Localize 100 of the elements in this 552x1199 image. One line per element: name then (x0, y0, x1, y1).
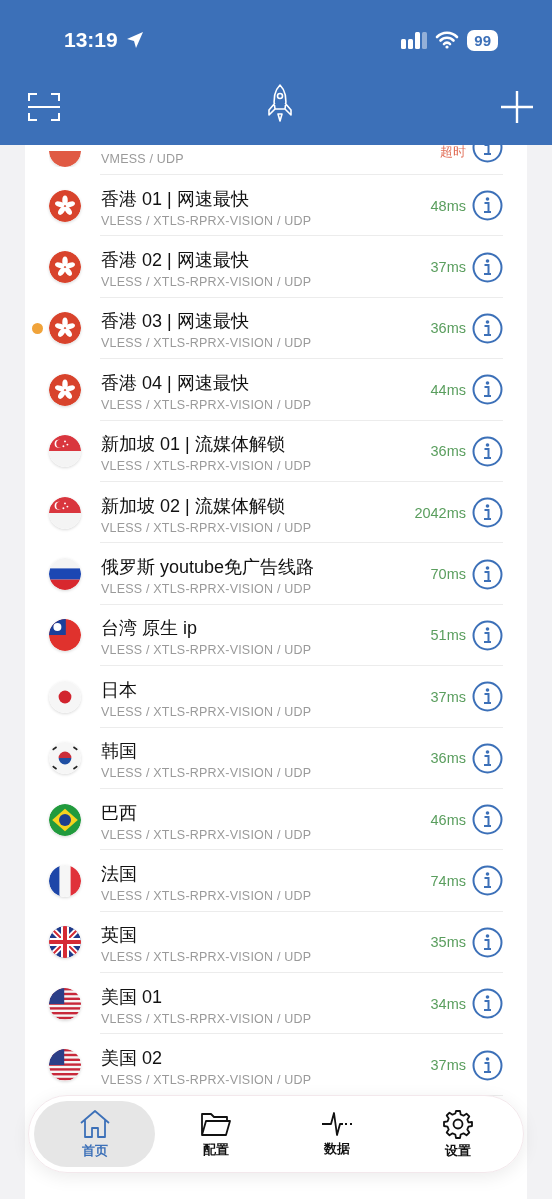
server-name: 俄罗斯 youtube免广告线路 (101, 556, 316, 580)
flag-icon (49, 803, 81, 836)
tab[interactable]: 首页 (34, 1101, 155, 1167)
server-protocol: VLESS / XTLS-RPRX-VISION / UDP (101, 336, 313, 351)
server-latency: 44ms (430, 381, 466, 398)
server-name: 新加坡 02 | 流媒体解锁 (101, 494, 286, 518)
flag-icon (49, 373, 81, 406)
info-button[interactable] (472, 558, 503, 590)
info-button[interactable] (472, 1049, 503, 1081)
server-latency: 超时 (440, 145, 466, 161)
server-row[interactable]: 韩国 VLESS / XTLS-RPRX-VISION / UDP 36ms (25, 727, 527, 789)
server-name: 台湾 原生 ip (101, 617, 198, 641)
server-row[interactable]: 新加坡 01 | 流媒体解锁 VLESS / XTLS-RPRX-VISION / UDP 36ms (25, 420, 527, 482)
pulse-icon (320, 1110, 353, 1137)
server-latency: 37ms (430, 259, 466, 276)
server-row[interactable]: 香港 01 | 网速最快 VLESS / XTLS-RPRX-VISION / UDP 48ms (25, 175, 527, 237)
tab[interactable]: 配置 (155, 1101, 276, 1167)
server-protocol: VLESS / XTLS-RPRX-VISION / UDP (101, 1011, 313, 1026)
add-button[interactable] (500, 89, 534, 124)
server-row[interactable]: 日本 VLESS / XTLS-RPRX-VISION / UDP 37ms (25, 666, 527, 728)
server-latency: 36ms (430, 443, 466, 460)
info-button[interactable] (472, 251, 503, 283)
server-latency: 36ms (430, 750, 466, 767)
server-protocol: VLESS / XTLS-RPRX-VISION / UDP (101, 889, 313, 903)
info-button[interactable] (472, 926, 503, 958)
server-protocol: VLESS / XTLS-RPRX-VISION / UDP (101, 1073, 313, 1088)
status-time: 13:19 (64, 28, 118, 52)
server-row[interactable]: 香港 03 | 网速最快 VLESS / XTLS-RPRX-VISION / UDP 36ms (25, 297, 527, 360)
flag-icon (49, 987, 81, 1020)
server-latency: 36ms (430, 320, 466, 337)
flag-icon (49, 926, 81, 959)
server-name: 韩国 (101, 740, 138, 764)
info-button[interactable] (472, 312, 503, 344)
server-protocol: VLESS / XTLS-RPRX-VISION / UDP (101, 520, 313, 535)
server-protocol: VLESS / XTLS-RPRX-VISION / UDP (101, 275, 313, 290)
location-arrow-icon (125, 31, 144, 49)
server-row[interactable]: 香港 02 | 网速最快 VLESS / XTLS-RPRX-VISION / UDP 37ms (25, 236, 527, 298)
flag-icon (49, 619, 81, 652)
server-latency: 74ms (430, 873, 466, 889)
server-name: 巴西 (101, 801, 138, 825)
server-name: 美国 01 (101, 985, 164, 1009)
info-button[interactable] (472, 681, 503, 713)
server-row[interactable]: 美国 02 VLESS / XTLS-RPRX-VISION / UDP 37ms (25, 1034, 527, 1096)
server-name: 法国 (101, 863, 138, 886)
server-row[interactable]: 美国 01 VLESS / XTLS-RPRX-VISION / UDP 34ms (25, 973, 527, 1035)
flag-icon (49, 189, 81, 222)
server-protocol: VLESS / XTLS-RPRX-VISION / UDP (101, 397, 313, 412)
server-latency: 70ms (430, 566, 466, 583)
flag-icon (49, 1049, 81, 1082)
server-latency: 46ms (430, 811, 466, 828)
info-button[interactable] (472, 374, 503, 406)
scan-button[interactable] (28, 91, 60, 122)
flag-icon (49, 680, 81, 713)
signal-icon (401, 31, 428, 49)
flag-icon (49, 558, 81, 591)
server-protocol: VLESS / XTLS-RPRX-VISION / UDP (101, 950, 313, 965)
info-button[interactable] (472, 435, 503, 467)
info-button[interactable] (472, 988, 503, 1020)
server-name: 香港 03 | 网速最快 (101, 310, 250, 334)
server-row[interactable]: 俄罗斯 youtube免广告线路 VLESS / XTLS-RPRX-VISION / UDP 70ms (25, 543, 527, 605)
server-protocol: VLESS / XTLS-RPRX-VISION / UDP (101, 766, 313, 781)
info-button[interactable] (472, 619, 503, 651)
server-row[interactable]: 香港 04 | 网速最快 VLESS / XTLS-RPRX-VISION / UDP 44ms (25, 359, 527, 421)
wifi-icon (435, 31, 460, 49)
flag-icon (49, 251, 81, 284)
info-button[interactable] (472, 190, 503, 222)
server-row[interactable]: 英国 VLESS / XTLS-RPRX-VISION / UDP 35ms (25, 911, 527, 974)
battery-level: 99 (467, 29, 498, 51)
server-row[interactable]: 法国 VLESS / XTLS-RPRX-VISION / UDP 74ms (25, 850, 527, 912)
settings-icon (442, 1108, 473, 1139)
info-button[interactable] (472, 865, 503, 897)
flag-icon (49, 435, 81, 468)
server-protocol: VLESS / XTLS-RPRX-VISION / UDP (101, 459, 313, 474)
server-protocol: VLESS / XTLS-RPRX-VISION / UDP (101, 704, 313, 719)
info-button[interactable] (472, 742, 503, 774)
server-row[interactable]: 巴西 VLESS / XTLS-RPRX-VISION / UDP 46ms (25, 788, 527, 851)
server-name: 香港 04 | 网速最快 (101, 371, 250, 395)
server-protocol: VLESS / XTLS-RPRX-VISION / UDP (101, 643, 313, 658)
flag-icon (49, 312, 81, 345)
server-latency: 35ms (430, 934, 466, 951)
server-latency: 48ms (430, 197, 466, 214)
info-button[interactable] (472, 497, 503, 529)
server-latency: 37ms (430, 1057, 466, 1074)
server-name: 英国 (101, 924, 138, 948)
server-name: 日本 (101, 678, 138, 702)
server-name: 香港 02 | 网速最快 (101, 249, 250, 273)
server-latency: 2042ms (414, 504, 466, 521)
server-latency: 37ms (430, 688, 466, 705)
tab[interactable]: 设置 (397, 1101, 518, 1167)
info-button[interactable] (472, 804, 503, 836)
server-latency: 34ms (430, 995, 466, 1012)
server-row[interactable]: 台湾 原生 ip VLESS / XTLS-RPRX-VISION / UDP 51ms (25, 604, 527, 667)
flag-icon (49, 742, 81, 775)
home-icon (78, 1108, 111, 1139)
server-row[interactable]: 新加坡 02 | 流媒体解锁 VLESS / XTLS-RPRX-VISION / UDP 2042ms (25, 481, 527, 544)
server-name: 美国 02 (101, 1047, 164, 1071)
server-latency: 51ms (430, 627, 466, 644)
server-name: 香港 01 | 网速最快 (101, 187, 250, 211)
tab[interactable]: 数据 (276, 1101, 397, 1167)
server-protocol: VLESS / XTLS-RPRX-VISION / UDP (101, 582, 313, 597)
